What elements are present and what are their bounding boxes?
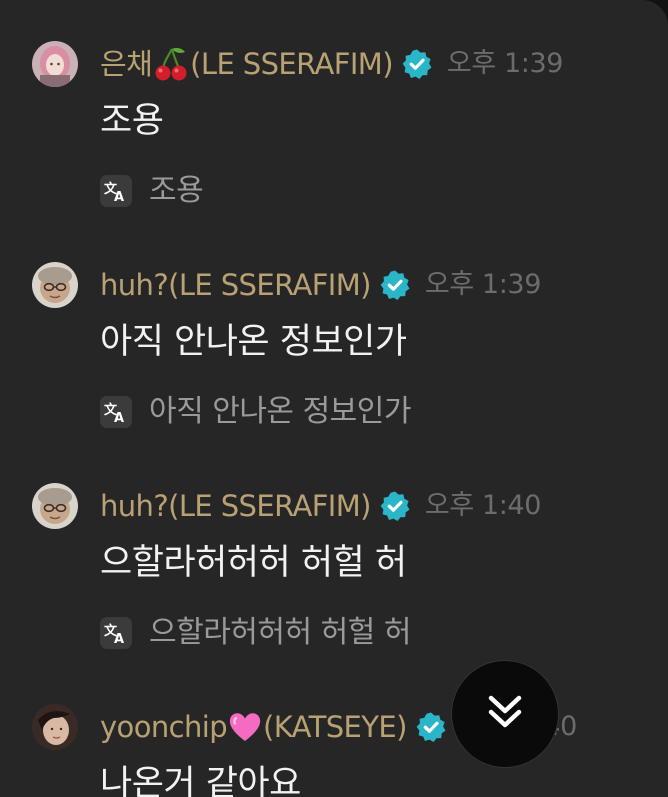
- pink-heart-icon: [227, 709, 263, 745]
- message-text: 으할라허허허 허헐 허: [100, 543, 407, 583]
- timestamp: 오후 1:39: [424, 269, 542, 300]
- translation: 文 A 조용: [100, 171, 204, 211]
- translation-text: 으할라허허허 허헐 허: [149, 615, 411, 650]
- avatar[interactable]: [32, 262, 78, 308]
- chat-message: huh?(LE SSERAFIM) 오후 1:39 아직 안나온 정보인가 文 …: [0, 262, 668, 442]
- message-header: huh?(LE SSERAFIM) 오후 1:40: [100, 486, 541, 526]
- double-chevron-down-icon: [482, 689, 528, 739]
- chat-message: 은채 (LE SSERAFIM) 오후 1:39 조용 文 A 조용: [0, 41, 668, 221]
- translation-text: 조용: [149, 173, 204, 208]
- message-header: 은채 (LE SSERAFIM) 오후 1:39: [100, 44, 563, 84]
- verified-badge-icon: [379, 269, 411, 301]
- group-name[interactable]: (LE SSERAFIM): [190, 44, 393, 84]
- timestamp: 오후 1:40: [424, 490, 542, 521]
- verified-badge-icon: [401, 48, 433, 80]
- svg-text:A: A: [114, 190, 124, 204]
- svg-text:A: A: [114, 632, 124, 646]
- username[interactable]: yoonchip: [100, 707, 228, 747]
- username[interactable]: huh?(LE SSERAFIM): [100, 486, 371, 526]
- username[interactable]: huh?(LE SSERAFIM): [100, 265, 371, 305]
- group-name[interactable]: (KATSEYE): [263, 707, 407, 747]
- translation: 文 A 아직 안나온 정보인가: [100, 392, 411, 432]
- translation: 文 A 으할라허허허 허헐 허: [100, 613, 411, 653]
- chat-message: huh?(LE SSERAFIM) 오후 1:40 으할라허허허 허헐 허 文 …: [0, 483, 668, 663]
- message-header: huh?(LE SSERAFIM) 오후 1:39: [100, 265, 541, 305]
- username[interactable]: 은채: [100, 44, 153, 84]
- timestamp: 오후 1:39: [446, 48, 564, 79]
- avatar[interactable]: [32, 704, 78, 750]
- avatar[interactable]: [32, 41, 78, 87]
- verified-badge-icon: [379, 490, 411, 522]
- scroll-to-bottom-button[interactable]: [452, 661, 558, 767]
- message-text: 아직 안나온 정보인가: [100, 322, 407, 362]
- chat-message: yoonchip (KATSEYE) 오후 1:40 나온거 같아요: [0, 704, 668, 797]
- translation-text: 아직 안나온 정보인가: [149, 394, 411, 429]
- avatar[interactable]: [32, 483, 78, 529]
- verified-badge-icon: [415, 711, 447, 743]
- translate-icon[interactable]: 文 A: [100, 175, 132, 207]
- cherry-icon: [152, 45, 190, 83]
- message-text: 조용: [100, 101, 164, 141]
- svg-text:A: A: [114, 411, 124, 425]
- chat-panel: 은채 (LE SSERAFIM) 오후 1:39 조용 文 A 조용 huh?(…: [0, 0, 668, 797]
- translate-icon[interactable]: 文 A: [100, 396, 132, 428]
- message-text: 나온거 같아요: [100, 764, 301, 797]
- translate-icon[interactable]: 文 A: [100, 617, 132, 649]
